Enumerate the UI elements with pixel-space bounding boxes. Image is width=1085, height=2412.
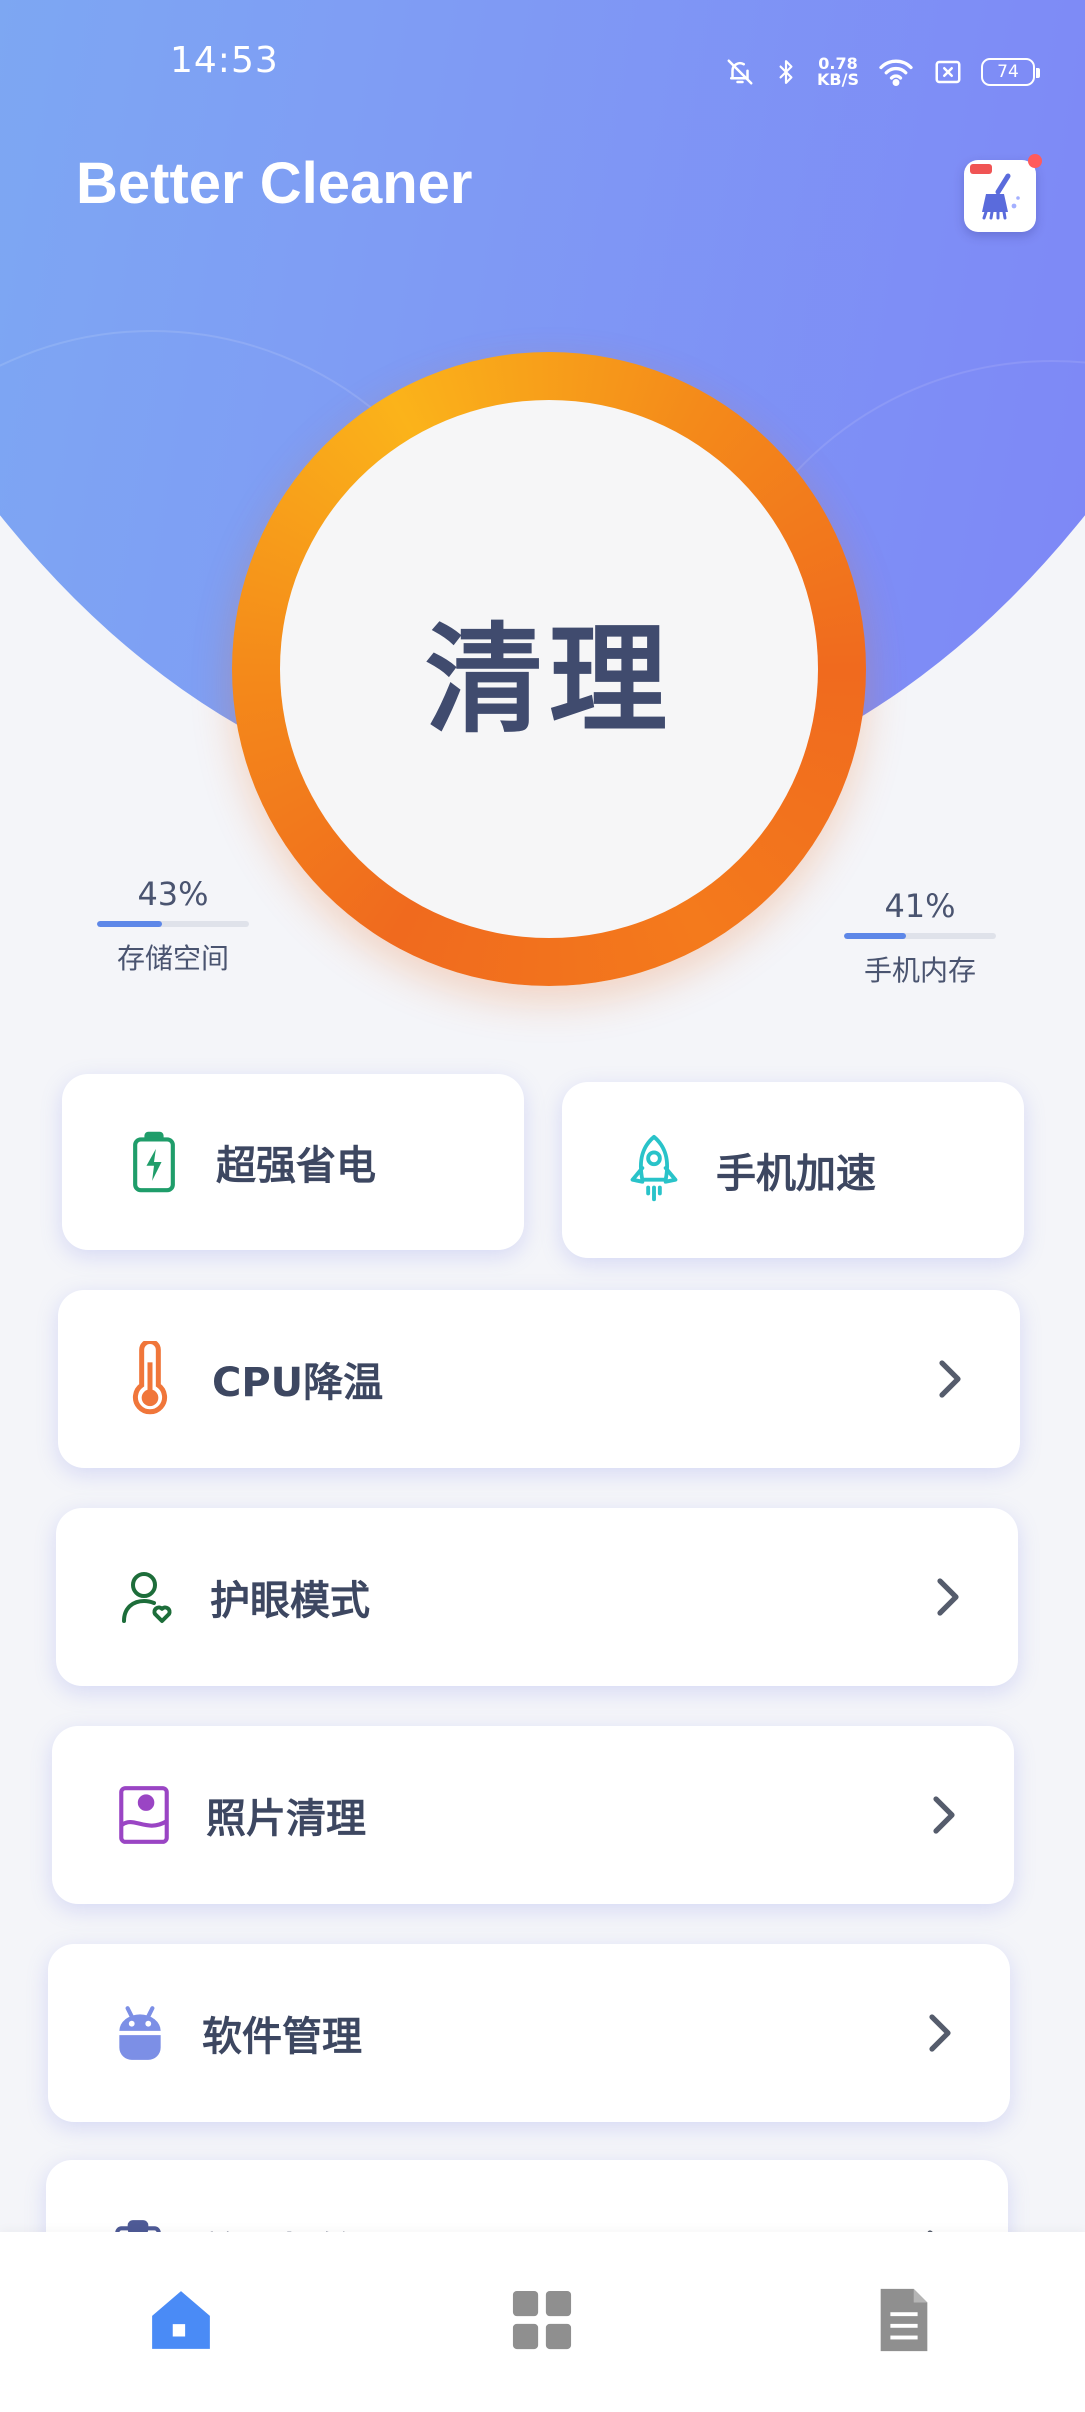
wifi-icon [877,57,915,87]
eye-care-button[interactable]: 护眼模式 [56,1508,1018,1686]
thermometer-icon [118,1341,182,1415]
bottom-navigation [0,2232,1085,2412]
battery-icon: 74 [981,58,1040,86]
memory-progress-fill [844,933,907,939]
app-manager-label: 软件管理 [202,2014,362,2060]
photo-clean-button[interactable]: 照片清理 [52,1726,1014,1904]
net-speed-unit: KB/S [817,70,859,89]
power-saving-button[interactable]: 超强省电 [62,1074,524,1250]
storage-progress-fill [97,921,163,927]
eye-care-label: 护眼模式 [210,1578,370,1624]
user-heart-icon [116,1565,180,1629]
grid-icon [511,2289,573,2355]
status-bar: 14:53 0.78 KB/S 74 [0,0,1085,120]
cpu-cooling-button[interactable]: CPU降温 [58,1290,1020,1468]
home-icon [148,2287,214,2357]
rocket-icon [622,1134,686,1202]
photo-icon [112,1783,176,1847]
nav-documents[interactable] [844,2262,964,2382]
nav-tools[interactable] [482,2262,602,2382]
clean-button[interactable]: 清理 [232,352,866,986]
bluetooth-icon [773,57,799,87]
storage-percent: 43% [137,875,209,913]
memory-label: 手机内存 [863,954,976,987]
clean-button-label: 清理 [424,610,673,749]
status-time: 14:53 [170,40,279,81]
storage-stat: 43% 存储空间 [93,875,253,977]
storage-progress-bar [97,921,249,927]
sim-x-icon [933,57,963,87]
phone-boost-label: 手机加速 [716,1151,876,1197]
nav-home[interactable] [121,2262,241,2382]
mute-bell-icon [725,57,755,87]
chevron-right-icon [928,1357,972,1401]
storage-label: 存储空间 [116,942,229,975]
document-icon [876,2285,932,2359]
status-icons: 0.78 KB/S 74 [725,50,1040,94]
app-title: Better Cleaner [76,151,473,216]
photo-clean-label: 照片清理 [206,1796,366,1842]
battery-charging-icon [122,1130,186,1194]
chevron-right-icon [922,1793,966,1837]
power-saving-label: 超强省电 [216,1143,376,1189]
chevron-right-icon [918,2011,962,2055]
memory-stat: 41% 手机内存 [840,887,1000,989]
memory-progress-bar [844,933,996,939]
app-manager-button[interactable]: 软件管理 [48,1944,1010,2122]
android-icon [108,2001,172,2065]
chevron-right-icon [926,1575,970,1619]
phone-boost-button[interactable]: 手机加速 [562,1082,1024,1258]
memory-percent: 41% [884,887,956,925]
cpu-cooling-label: CPU降温 [212,1360,384,1406]
clean-button-inner: 清理 [280,400,818,938]
net-speed: 0.78 KB/S [817,56,859,88]
broom-cleaner-icon[interactable] [964,154,1042,232]
battery-level: 74 [997,62,1019,82]
